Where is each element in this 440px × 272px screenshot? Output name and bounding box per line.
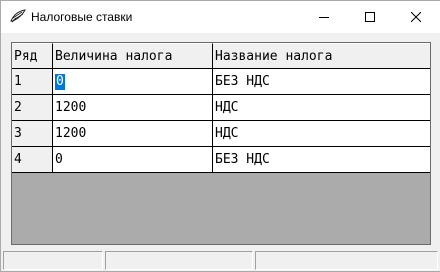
table-row[interactable]: 2 1200 НДС (12, 95, 430, 121)
maximize-icon (365, 12, 375, 22)
status-bar (1, 251, 440, 271)
column-header-row[interactable]: Ряд (12, 43, 53, 69)
name-cell[interactable]: БЕЗ НДС (213, 69, 430, 95)
row-number[interactable]: 2 (12, 95, 53, 121)
header-row: Ряд Величина налога Название налога (12, 43, 430, 69)
name-cell[interactable]: НДС (213, 95, 430, 121)
amount-cell[interactable]: 1200 (53, 121, 213, 147)
amount-cell-selected[interactable]: 0 (53, 69, 213, 95)
app-feather-icon (10, 9, 26, 23)
status-panel-2 (105, 251, 253, 270)
maximize-button[interactable] (347, 1, 393, 33)
tax-rates-grid[interactable]: Ряд Величина налога Название налога 1 0 … (11, 42, 431, 245)
minimize-button[interactable] (301, 1, 347, 33)
status-panel-1 (3, 251, 103, 270)
row-number[interactable]: 1 (12, 69, 53, 95)
name-cell[interactable]: БЕЗ НДС (213, 147, 430, 173)
status-panel-3 (255, 251, 438, 270)
row-number[interactable]: 3 (12, 121, 53, 147)
title-bar[interactable]: Налоговые ставки (1, 1, 440, 33)
grid-table: Ряд Величина налога Название налога 1 0 … (12, 43, 430, 173)
minimize-icon (319, 17, 329, 18)
table-row[interactable]: 1 0 БЕЗ НДС (12, 69, 430, 95)
table-row[interactable]: 4 0 БЕЗ НДС (12, 147, 430, 173)
column-header-name[interactable]: Название налога (213, 43, 430, 69)
amount-value: 0 (55, 74, 65, 90)
close-button[interactable] (393, 1, 439, 33)
row-number[interactable]: 4 (12, 147, 53, 173)
window-title: Налоговые ставки (31, 10, 133, 24)
tax-rates-window: Налоговые ставки Ряд Величина налога Наз… (0, 0, 440, 272)
close-icon (411, 12, 421, 22)
column-header-amount[interactable]: Величина налога (53, 43, 213, 69)
name-cell[interactable]: НДС (213, 121, 430, 147)
table-row[interactable]: 3 1200 НДС (12, 121, 430, 147)
amount-cell[interactable]: 1200 (53, 95, 213, 121)
amount-cell[interactable]: 0 (53, 147, 213, 173)
